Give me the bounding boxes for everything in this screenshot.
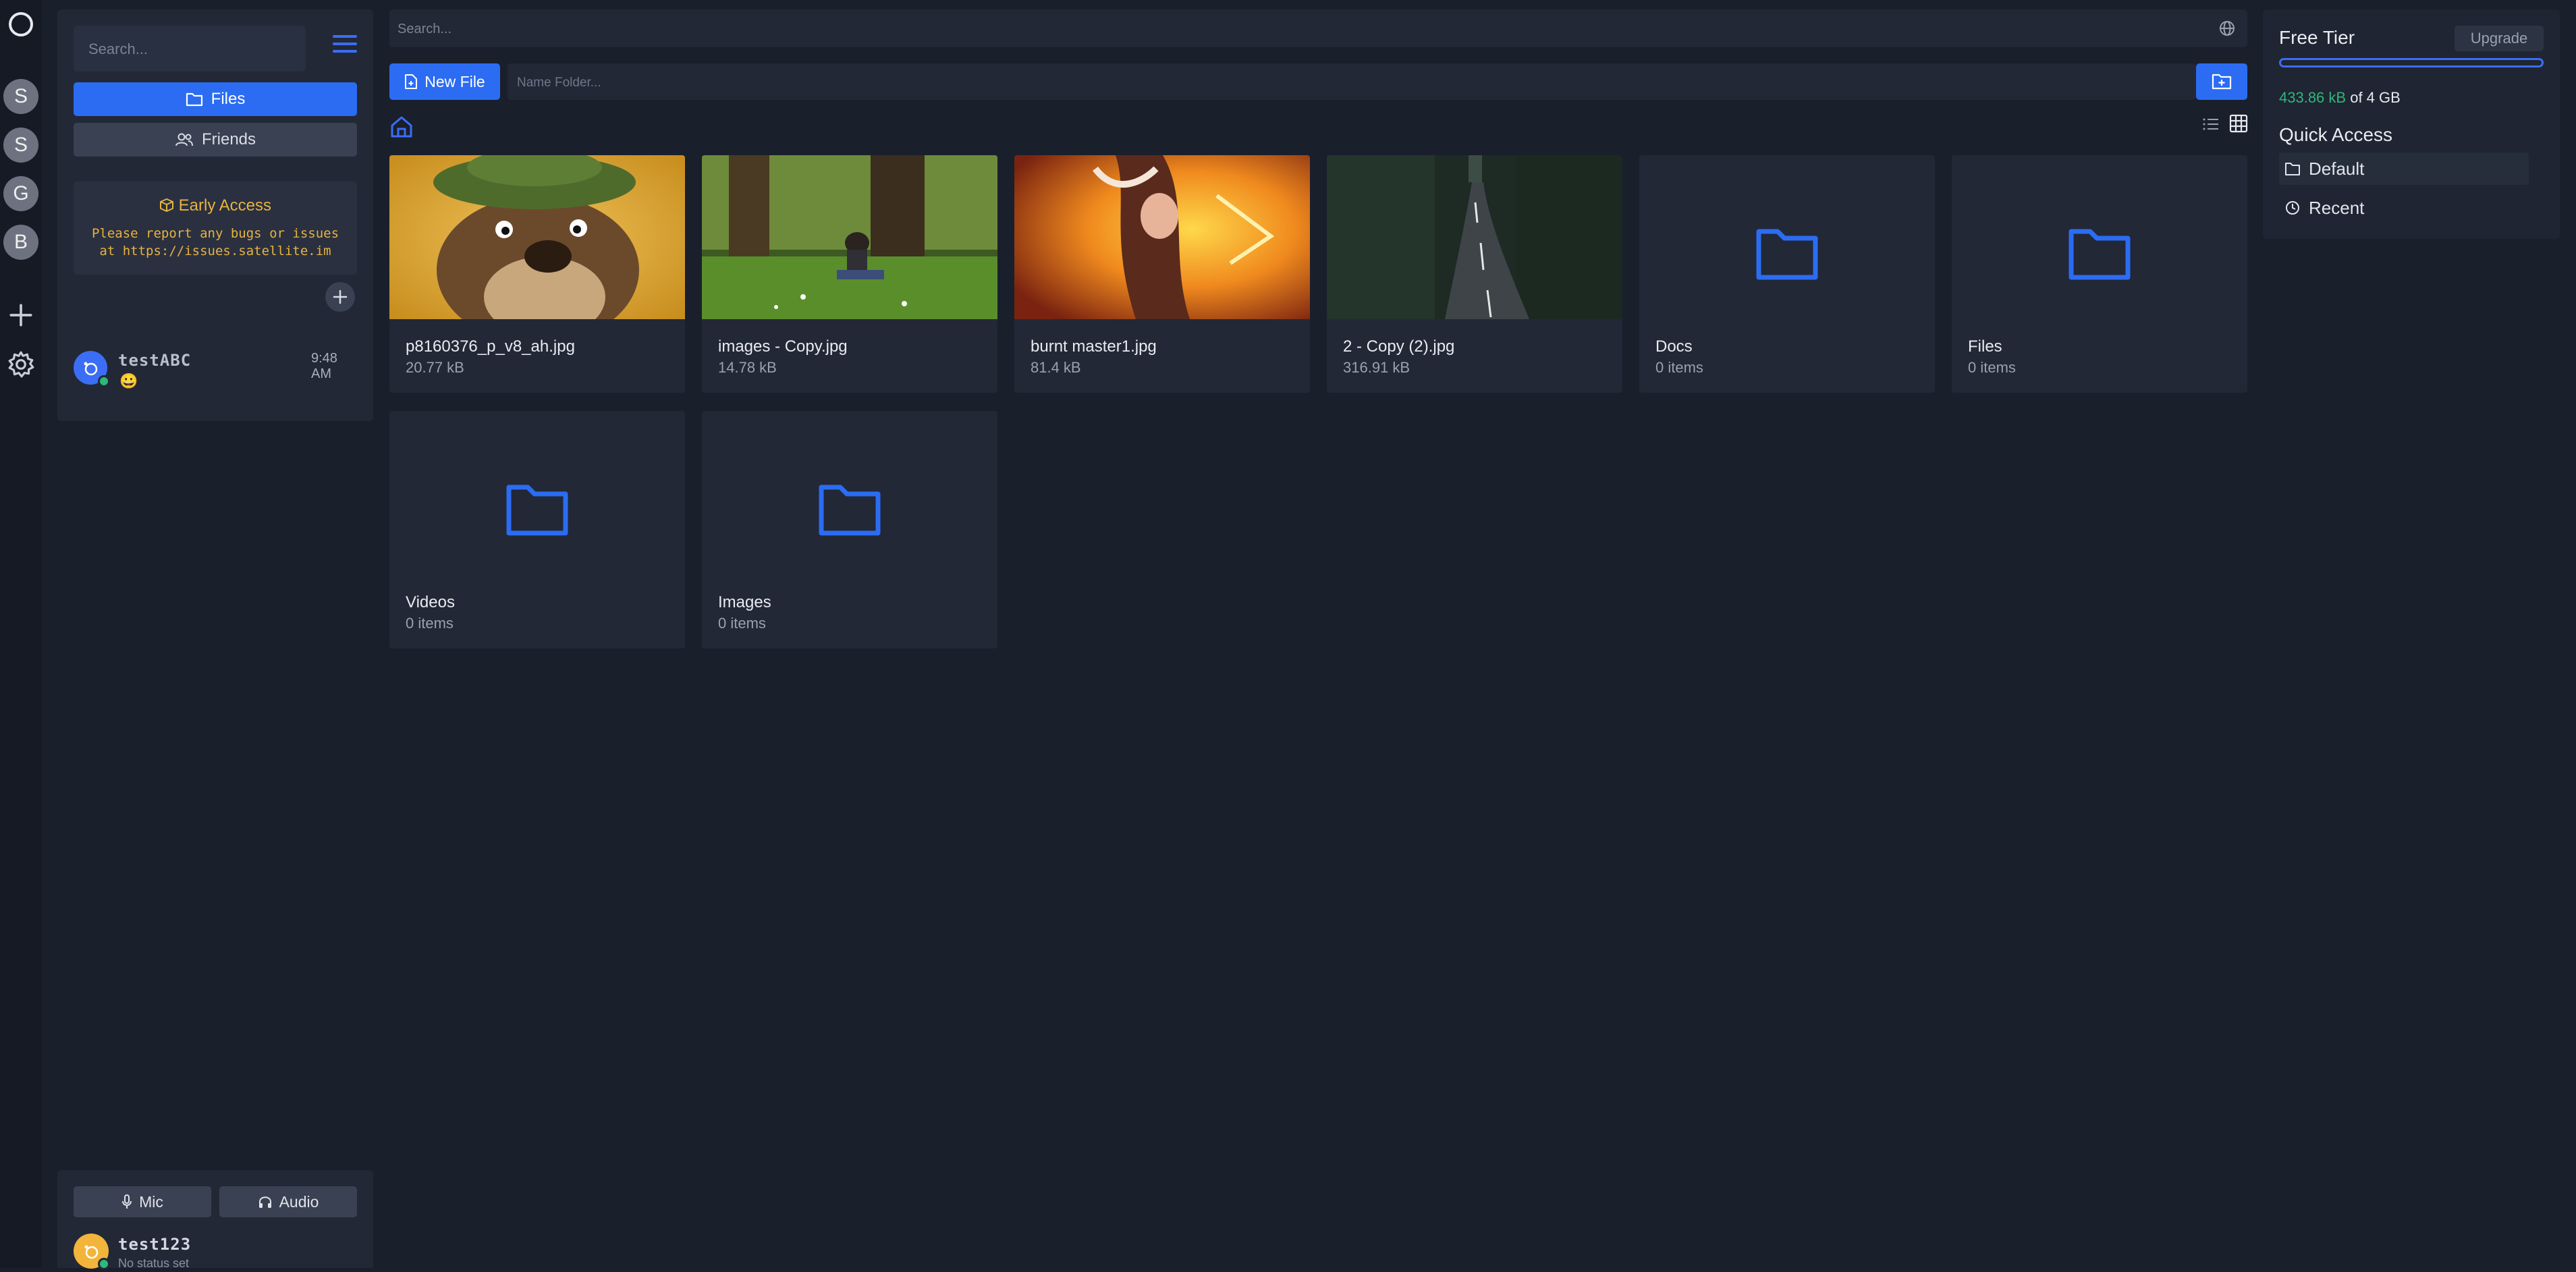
storage-progress-bar — [2279, 58, 2544, 67]
create-folder-button[interactable] — [2196, 63, 2247, 100]
server-avatar[interactable]: B — [3, 225, 38, 260]
friends-nav-label: Friends — [202, 130, 256, 149]
file-size: 20.77 kB — [406, 359, 464, 377]
file-name: burnt master1.jpg — [1031, 337, 1157, 356]
friends-nav-button[interactable]: Friends — [74, 123, 357, 157]
quick-access-recent[interactable]: Recent — [2279, 192, 2529, 224]
box-icon — [159, 198, 174, 213]
chat-timestamp: 9:48 AM — [311, 351, 357, 382]
folder-card[interactable]: Images 0 items — [702, 411, 997, 648]
new-file-button[interactable]: New File — [389, 63, 500, 100]
quick-access-title: Quick Access — [2279, 124, 2392, 146]
home-icon[interactable] — [389, 115, 414, 139]
clock-icon — [2284, 200, 2301, 216]
file-plus-icon — [404, 74, 418, 90]
file-name: p8160376_p_v8_ah.jpg — [406, 337, 575, 356]
storage-usage: 433.86 kB of 4 GB — [2279, 89, 2401, 107]
early-access-title: Early Access — [179, 196, 271, 215]
quick-access-default[interactable]: Default — [2279, 153, 2529, 185]
folder-icon — [817, 480, 882, 537]
list-view-icon[interactable] — [2201, 115, 2220, 134]
folder-name-input[interactable]: Name Folder... — [508, 63, 2196, 100]
quick-access-label: Recent — [2309, 198, 2364, 219]
users-icon — [175, 132, 194, 147]
folder-count: 0 items — [406, 615, 454, 632]
folder-card[interactable]: Docs 0 items — [1639, 155, 1935, 393]
file-card[interactable]: images - Copy.jpg 14.78 kB — [702, 155, 997, 393]
menu-icon[interactable] — [333, 35, 357, 54]
online-status-indicator — [98, 375, 110, 387]
headphones-icon — [258, 1194, 273, 1209]
chat-last-message: 😀 — [119, 372, 138, 390]
image-thumbnail — [1014, 155, 1310, 319]
folder-name: Images — [718, 593, 771, 612]
server-avatar[interactable]: G — [3, 176, 38, 211]
mic-button[interactable]: Mic — [74, 1186, 211, 1217]
file-name: 2 - Copy (2).jpg — [1343, 337, 1454, 356]
folder-name: Docs — [1655, 337, 1693, 356]
storage-used: 433.86 kB — [2279, 89, 2346, 106]
new-file-label: New File — [424, 73, 485, 91]
quick-access-label: Default — [2309, 159, 2364, 179]
file-size: 81.4 kB — [1031, 359, 1081, 377]
plus-icon — [332, 289, 348, 305]
image-thumbnail — [702, 155, 997, 319]
file-name: images - Copy.jpg — [718, 337, 848, 356]
folder-icon — [186, 92, 203, 107]
grid-view-icon[interactable] — [2228, 113, 2249, 134]
server-avatar[interactable]: S — [3, 79, 38, 114]
user-controls: Mic Audio test123 No status set — [57, 1170, 373, 1268]
upgrade-button[interactable]: Upgrade — [2455, 26, 2544, 51]
image-thumbnail — [389, 155, 685, 319]
folder-count: 0 items — [718, 615, 766, 632]
server-avatar[interactable]: S — [3, 128, 38, 163]
sidebar: Search... Files Friends Early Access Ple… — [57, 9, 373, 421]
folder-icon — [2067, 225, 2132, 281]
file-card[interactable]: burnt master1.jpg 81.4 kB — [1014, 155, 1310, 393]
folder-icon — [2284, 161, 2301, 176]
file-search-input[interactable]: Search... — [389, 9, 2247, 47]
file-card[interactable]: 2 - Copy (2).jpg 316.91 kB — [1327, 155, 1622, 393]
app-logo-icon[interactable] — [9, 12, 33, 36]
folder-name: Videos — [406, 593, 455, 612]
files-nav-label: Files — [211, 90, 246, 109]
early-access-body: Please report any bugs or issues at http… — [87, 225, 344, 260]
early-access-notice: Early Access Please report any bugs or i… — [74, 182, 357, 275]
tier-label: Free Tier — [2279, 27, 2355, 49]
online-status-indicator — [98, 1258, 110, 1270]
folder-count: 0 items — [1968, 359, 2016, 377]
files-nav-button[interactable]: Files — [74, 82, 357, 116]
image-thumbnail — [1327, 155, 1622, 319]
my-status-text: No status set — [118, 1256, 189, 1271]
folder-card[interactable]: Videos 0 items — [389, 411, 685, 648]
folder-icon — [1755, 225, 1819, 281]
file-size: 14.78 kB — [718, 359, 777, 377]
audio-label: Audio — [279, 1193, 319, 1211]
file-card[interactable]: p8160376_p_v8_ah.jpg 20.77 kB — [389, 155, 685, 393]
folder-count: 0 items — [1655, 359, 1703, 377]
folder-plus-icon — [2212, 73, 2232, 90]
server-rail: S S G B — [0, 0, 42, 1268]
folder-name: Files — [1968, 337, 2002, 356]
add-chat-button[interactable] — [325, 282, 355, 312]
storage-panel: Free Tier Upgrade 433.86 kB of 4 GB Quic… — [2263, 9, 2560, 239]
file-size: 316.91 kB — [1343, 359, 1410, 377]
globe-icon[interactable] — [2218, 19, 2237, 38]
microphone-icon — [121, 1194, 132, 1210]
audio-button[interactable]: Audio — [219, 1186, 357, 1217]
chat-list-item[interactable]: testABC 😀 9:48 AM — [74, 341, 357, 395]
my-username: test123 — [118, 1235, 191, 1254]
chat-username: testABC — [118, 351, 191, 370]
gear-icon[interactable] — [7, 350, 35, 379]
folder-icon — [505, 480, 570, 537]
sidebar-search-input[interactable]: Search... — [74, 26, 306, 72]
plus-icon[interactable] — [7, 301, 35, 329]
storage-total: of 4 GB — [2350, 89, 2401, 106]
folder-card[interactable]: Files 0 items — [1952, 155, 2247, 393]
mic-label: Mic — [139, 1193, 163, 1211]
